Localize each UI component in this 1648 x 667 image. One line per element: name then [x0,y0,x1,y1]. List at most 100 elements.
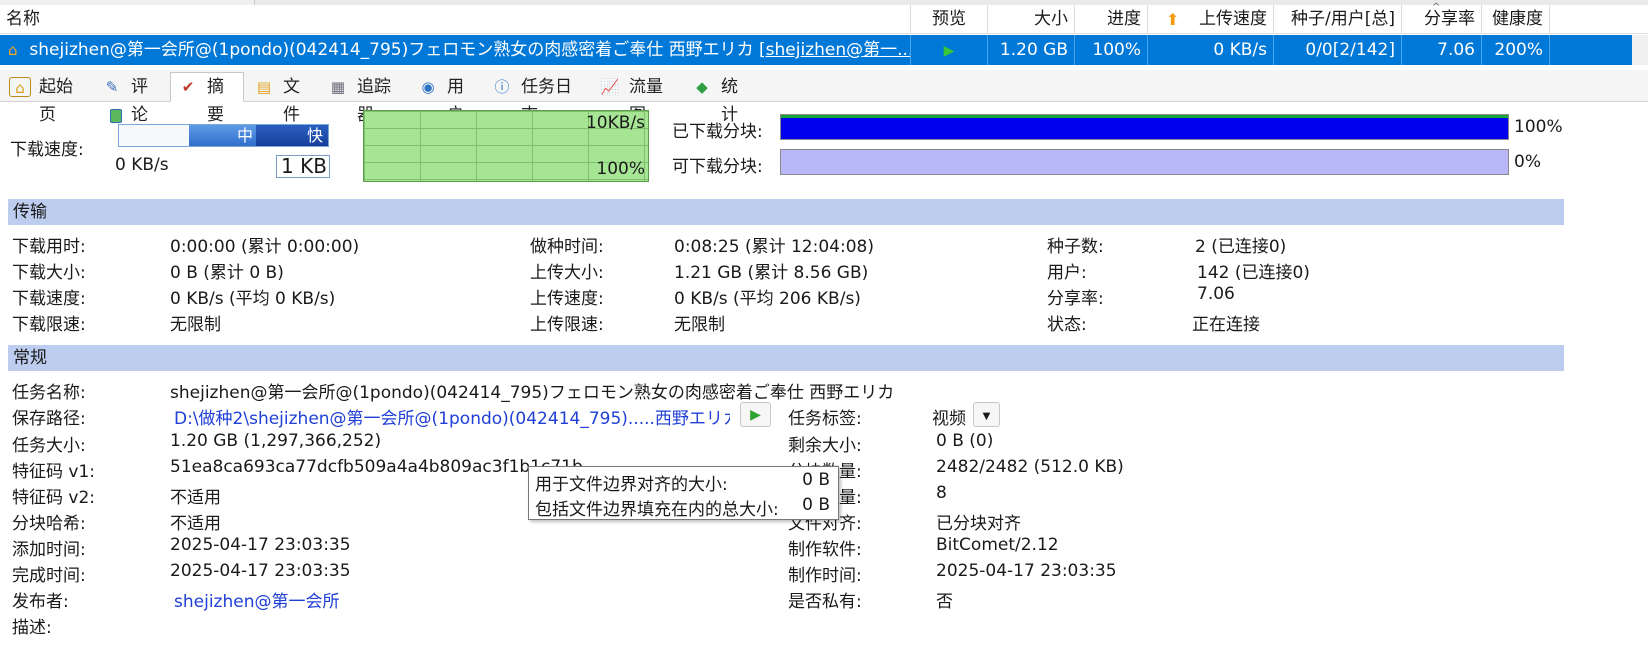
stats-icon: ◆ [696,78,708,96]
general-section-header: 常规 [8,345,1564,371]
transfer-value: 0 B (累计 0 B) [170,263,284,283]
task-home-icon: ⌂ [8,41,18,59]
tab-traffic-graph[interactable]: 📈流量图 [592,72,682,125]
transfer-value: 正在连接 [1192,315,1260,335]
task-size-label: 任务大小: [12,436,86,456]
task-name-cell[interactable]: ⌂ shejizhen@第一会所@(1pondo)(042414_795)フェロ… [0,35,911,65]
tooltip-row1-label: 用于文件边界对齐的大小: [535,475,728,495]
added-time-value: 2025-04-17 23:03:35 [170,535,351,555]
slider-thumb-icon[interactable] [110,109,122,123]
transfer-key: 下载大小: [12,263,86,283]
col-upload-speed[interactable]: ⬆ 上传速度 [1148,5,1274,34]
made-time-label: 制作时间: [788,566,862,586]
transfer-value: 1.21 GB (累计 8.56 GB) [674,263,869,283]
progress-cell: 100% [1075,35,1148,65]
piece-hash-value: 不适用 [170,514,221,534]
description-label: 描述: [12,618,52,638]
list-scrollbar[interactable] [1632,35,1648,65]
transfer-key: 上传大小: [530,263,604,283]
tab-label: 起始页 [39,77,73,125]
transfer-key: 下载速度: [12,289,86,309]
share-ratio-cell: 7.06 [1402,35,1482,65]
speed-limit-input[interactable]: 1 KB [276,155,330,178]
downloaded-pieces-value: 100% [1514,117,1563,137]
col-size[interactable]: 大小 [988,5,1075,34]
hash-v1-value: 51ea8ca693ca77dcfb509a4a4b809ac3f1b1c71b [170,457,583,477]
transfer-value: 无限制 [170,315,221,335]
detail-tabs: ⌂ 起始页 ✎ 评论 ✔ 摘要 ▤ 文件 ▦追踪器 ◉用户 ⓘ任务日志 📈流量图 ◆统计 [0,70,1648,125]
play-icon[interactable]: ▶ [944,43,955,59]
chart-icon: 📈 [600,78,620,96]
col-health[interactable]: 健康度 [1482,5,1550,34]
tab-summary[interactable]: ✔ 摘要 [170,72,244,125]
col-preview[interactable]: 预览 [911,5,988,34]
slider-mid-label: 中 [237,126,254,145]
upload-arrow-icon: ⬆ [1166,10,1180,29]
available-pieces-bar [780,149,1509,175]
hash-v2-value: 不适用 [170,488,221,508]
col-seeds-users[interactable]: 种子/用户[总] [1274,5,1402,34]
tab-label: 评论 [131,77,148,125]
graph-max-label: 10KB/s [585,113,645,133]
task-tag-label: 任务标签: [788,409,862,429]
comment-icon: ✎ [105,78,119,96]
transfer-value: 0:00:00 (累计 0:00:00) [170,237,360,257]
task-size-value: 1.20 GB (1,297,366,252) [170,431,382,451]
made-time-value: 2025-04-17 23:03:35 [936,561,1117,581]
hash-v1-label: 特征码 v1: [12,462,96,482]
save-path-link[interactable]: D:\做种2\shejizhen@第一会所@(1pondo)(042414_79… [174,404,730,429]
downloaded-pieces-bar [780,114,1509,140]
task-name-label: 任务名称: [12,383,86,403]
tab-files[interactable]: ▤ 文件 [246,72,318,125]
task-tag-value: 视频 [932,409,966,429]
tooltip-row1-value: 0 B [802,470,830,490]
transfer-key: 下载限速: [12,315,86,335]
transfer-section-header: 传输 [8,199,1564,225]
transfer-value: 0 KB/s (平均 0 KB/s) [170,289,336,309]
transfer-key: 种子数: [1047,237,1104,257]
completed-time-value: 2025-04-17 23:03:35 [170,561,351,581]
alignment-tooltip: 用于文件边界对齐的大小: 0 B 包括文件边界填充在内的总大小: 0 B [528,466,839,520]
tab-trackers[interactable]: ▦追踪器 [320,72,408,125]
col-progress[interactable]: 进度 [1075,5,1148,34]
play-icon: ▶ [750,407,761,423]
transfer-key: 状态: [1047,315,1087,335]
chevron-down-icon: ▼ [982,411,991,422]
task-row[interactable]: ⌂ shejizhen@第一会所@(1pondo)(042414_795)フェロ… [0,35,1632,65]
upload-speed-cell: 0 KB/s [1148,35,1274,65]
home-icon: ⌂ [9,77,31,97]
task-list-header: 名称 预览 大小 进度 ⬆ 上传速度 种子/用户[总] 分享率 健康度 ^ [0,2,1648,34]
col-upload-speed-label: 上传速度 [1199,9,1267,29]
tab-users[interactable]: ◉用户 [410,72,482,125]
transfer-value: 0 KB/s (平均 206 KB/s) [674,289,861,309]
speed-limit-slider[interactable]: 中 快 [118,124,329,147]
transfer-key: 用户: [1047,263,1087,283]
col-name[interactable]: 名称 [0,5,911,34]
info-icon: ⓘ [494,78,510,96]
publisher-link[interactable]: shejizhen@第一会所 [174,587,339,612]
transfer-key: 做种时间: [530,237,604,257]
tab-statistics[interactable]: ◆ 统计 [684,72,754,125]
file-align-value: 已分块对齐 [936,514,1021,534]
piece-count-value: 2482/2482 (512.0 KB) [936,457,1124,477]
transfer-value: 142 (已连接0) [1197,263,1310,283]
tab-label: 摘要 [207,77,224,125]
tab-comments[interactable]: ✎ 评论 [94,72,168,125]
tab-label: 文件 [283,77,300,125]
current-speed: 0 KB/s [115,155,169,175]
tooltip-row2-label: 包括文件边界填充在内的总大小: [535,500,779,520]
summary-icon: ✔ [181,78,195,96]
transfer-value: 2 (已连接0) [1195,237,1287,257]
tag-dropdown-button[interactable]: ▼ [973,402,1000,427]
software-label: 制作软件: [788,540,862,560]
sort-arrow-icon: ^ [1432,2,1441,13]
task-name-link[interactable]: [shejizhen@第一... [759,40,910,60]
transfer-value: 0:08:25 (累计 12:04:08) [674,237,874,257]
tab-home[interactable]: ⌂ 起始页 [2,72,92,125]
transfer-value: 7.06 [1197,284,1235,304]
col-share-ratio[interactable]: 分享率 [1402,5,1482,34]
tab-task-log[interactable]: ⓘ任务日志 [484,72,590,125]
open-folder-button[interactable]: ▶ [740,402,771,427]
preview-cell[interactable]: ▶ [911,35,988,65]
private-label: 是否私有: [788,592,862,612]
